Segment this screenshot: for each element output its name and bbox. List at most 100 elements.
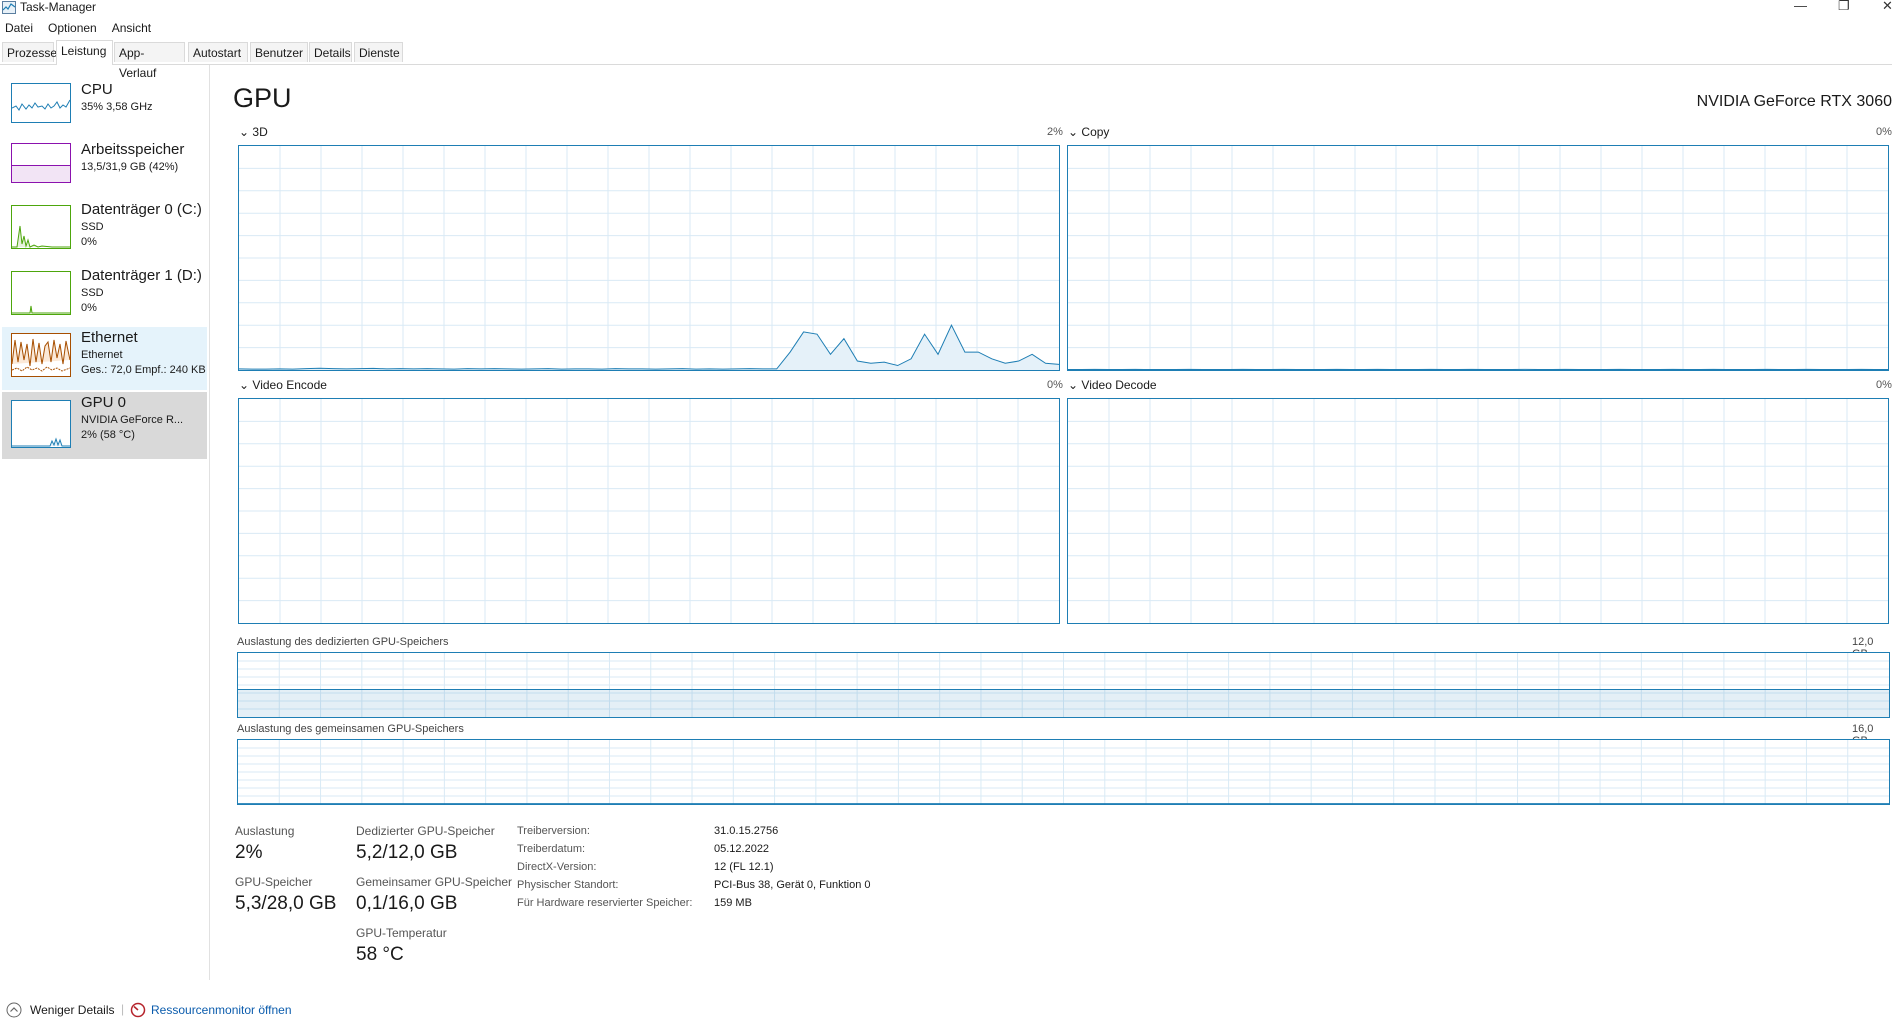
info-value: 159 MB bbox=[714, 897, 752, 909]
info-key: Treiberversion: bbox=[517, 825, 590, 837]
menu-bar: Datei Optionen Ansicht bbox=[0, 19, 161, 37]
tab-autostart[interactable]: Autostart bbox=[188, 42, 248, 62]
sidebar-item-sub: SSD bbox=[81, 221, 104, 233]
chevron-down-icon[interactable]: ⌄ bbox=[239, 125, 249, 139]
sidebar-item-sub: 35% 3,58 GHz bbox=[81, 101, 153, 113]
sidebar-item-sub: 2% (58 °C) bbox=[81, 429, 135, 441]
sidebar-item-label: Datenträger 1 (D:) bbox=[81, 267, 202, 284]
disk1-thumbnail-graph bbox=[11, 271, 71, 315]
menu-datei[interactable]: Datei bbox=[5, 21, 33, 35]
graph-value: 0% bbox=[1876, 126, 1892, 138]
sidebar-item-sub: Ges.: 72,0 Empf.: 240 KB bbox=[81, 364, 206, 376]
info-key: Für Hardware reservierter Speicher: bbox=[517, 897, 693, 909]
restore-button[interactable]: ❐ bbox=[1838, 0, 1850, 14]
task-manager-icon bbox=[2, 1, 16, 14]
sidebar-item-sub: SSD bbox=[81, 287, 104, 299]
info-value: 05.12.2022 bbox=[714, 843, 770, 855]
stat-label: GPU-Speicher bbox=[235, 875, 313, 889]
chevron-up-circle-icon[interactable] bbox=[6, 1002, 22, 1018]
sidebar-item-gpu-0[interactable]: GPU 0 NVIDIA GeForce R... 2% (58 °C) bbox=[2, 392, 207, 459]
ethernet-thumbnail-graph bbox=[11, 333, 71, 377]
info-value: 31.0.15.2756 bbox=[714, 825, 779, 837]
stat-label: Gemeinsamer GPU-Speicher bbox=[356, 875, 513, 889]
sidebar-item-sub: 0% bbox=[81, 302, 97, 314]
shared-memory-label: Auslastung des gemeinsamen GPU-Speichers bbox=[237, 723, 464, 735]
sidebar-item-sub: Ethernet bbox=[81, 349, 123, 361]
tab-app-verlauf[interactable]: App-Verlauf bbox=[114, 42, 185, 80]
stat-label: Dedizierter GPU-Speicher bbox=[356, 824, 495, 838]
sidebar-item-sub: 0% bbox=[81, 236, 97, 248]
stat-temperature-value: 58 °C bbox=[356, 944, 404, 965]
graph-copy-header[interactable]: ⌄ Copy bbox=[1068, 125, 1109, 139]
dedicated-memory-label: Auslastung des dedizierten GPU-Speichers bbox=[237, 636, 449, 648]
dedicated-memory-fill bbox=[238, 689, 1889, 717]
chevron-down-icon[interactable]: ⌄ bbox=[1068, 125, 1078, 139]
tab-benutzer[interactable]: Benutzer bbox=[250, 42, 308, 62]
sidebar-item-label: GPU 0 bbox=[81, 394, 127, 411]
graph-video-encode bbox=[238, 398, 1060, 624]
gpu-thumbnail-graph bbox=[11, 400, 71, 448]
shared-memory-bar bbox=[237, 739, 1890, 805]
sidebar-item-sub: NVIDIA GeForce R... bbox=[81, 414, 184, 426]
disk0-thumbnail-graph bbox=[11, 205, 71, 249]
sidebar-item-memory[interactable]: Arbeitsspeicher 13,5/31,9 GB (42%) bbox=[2, 139, 207, 202]
stat-label: GPU-Temperatur bbox=[356, 926, 447, 940]
sidebar-item-disk-0[interactable]: Datenträger 0 (C:) SSD 0% bbox=[2, 199, 207, 262]
tab-details[interactable]: Details bbox=[309, 42, 352, 62]
graph-video-decode bbox=[1067, 398, 1889, 624]
cpu-thumbnail-graph bbox=[11, 83, 71, 123]
menu-ansicht[interactable]: Ansicht bbox=[112, 21, 151, 35]
info-value: 12 (FL 12.1) bbox=[714, 861, 774, 873]
stat-shared-value: 0,1/16,0 GB bbox=[356, 893, 458, 914]
memory-thumbnail-graph bbox=[11, 143, 71, 183]
fewer-details-link[interactable]: Weniger Details bbox=[30, 1003, 114, 1017]
stat-gpu-memory-value: 5,3/28,0 GB bbox=[235, 893, 337, 914]
menu-optionen[interactable]: Optionen bbox=[48, 21, 97, 35]
resource-monitor-link[interactable]: Ressourcenmonitor öffnen bbox=[151, 1003, 292, 1017]
tab-bar: Prozesse Leistung App-Verlauf Autostart … bbox=[0, 40, 1892, 80]
sidebar-item-label: Datenträger 0 (C:) bbox=[81, 201, 202, 218]
stat-utilization-value: 2% bbox=[235, 842, 263, 863]
sidebar-item-disk-1[interactable]: Datenträger 1 (D:) SSD 0% bbox=[2, 265, 207, 328]
title-bar: Task-Manager — ❐ ✕ bbox=[0, 0, 1892, 16]
graph-value: 2% bbox=[1047, 126, 1063, 138]
info-value: PCI-Bus 38, Gerät 0, Funktion 0 bbox=[714, 879, 871, 891]
chevron-down-icon[interactable]: ⌄ bbox=[1068, 378, 1078, 392]
graph-label: Video Encode bbox=[252, 378, 327, 392]
graph-3d-header[interactable]: ⌄ 3D bbox=[239, 125, 268, 139]
graph-video-encode-header[interactable]: ⌄ Video Encode bbox=[239, 378, 327, 392]
tab-leistung[interactable]: Leistung bbox=[56, 40, 113, 65]
graph-3d bbox=[238, 145, 1060, 371]
info-key: Physischer Standort: bbox=[517, 879, 619, 891]
graph-label: Copy bbox=[1081, 125, 1110, 139]
tab-prozesse[interactable]: Prozesse bbox=[2, 42, 57, 62]
info-key: Treiberdatum: bbox=[517, 843, 586, 855]
minimize-button[interactable]: — bbox=[1794, 0, 1807, 13]
gpu-model-name: NVIDIA GeForce RTX 3060 bbox=[1696, 93, 1892, 110]
footer-bar: Weniger Details | Ressourcenmonitor öffn… bbox=[0, 1000, 400, 1022]
sidebar-item-label: CPU bbox=[81, 81, 113, 98]
graph-value: 0% bbox=[1876, 379, 1892, 391]
tab-dienste[interactable]: Dienste bbox=[354, 42, 403, 62]
stat-dedicated-value: 5,2/12,0 GB bbox=[356, 842, 458, 863]
sidebar-item-cpu[interactable]: CPU 35% 3,58 GHz bbox=[2, 79, 207, 142]
resource-monitor-icon[interactable] bbox=[130, 1002, 146, 1018]
dedicated-memory-bar bbox=[237, 652, 1890, 718]
sidebar-item-ethernet[interactable]: Ethernet Ethernet Ges.: 72,0 Empf.: 240 … bbox=[2, 327, 207, 390]
page-title: GPU bbox=[233, 83, 292, 113]
close-button[interactable]: ✕ bbox=[1882, 0, 1892, 14]
sidebar-item-sub: 13,5/31,9 GB (42%) bbox=[81, 161, 179, 173]
info-key: DirectX-Version: bbox=[517, 861, 597, 873]
graph-video-decode-header[interactable]: ⌄ Video Decode bbox=[1068, 378, 1157, 392]
sidebar-item-label: Arbeitsspeicher bbox=[81, 141, 185, 158]
window-title: Task-Manager bbox=[20, 0, 97, 14]
sidebar-item-label: Ethernet bbox=[81, 329, 138, 346]
chevron-down-icon[interactable]: ⌄ bbox=[239, 378, 249, 392]
graph-label: 3D bbox=[252, 125, 268, 139]
stat-label: Auslastung bbox=[235, 824, 295, 838]
performance-sidebar: CPU 35% 3,58 GHz Arbeitsspeicher 13,5/31… bbox=[0, 65, 210, 980]
graph-label: Video Decode bbox=[1081, 378, 1157, 392]
footer-divider: | bbox=[121, 1002, 125, 1016]
graph-copy bbox=[1067, 145, 1889, 371]
graph-value: 0% bbox=[1047, 379, 1063, 391]
